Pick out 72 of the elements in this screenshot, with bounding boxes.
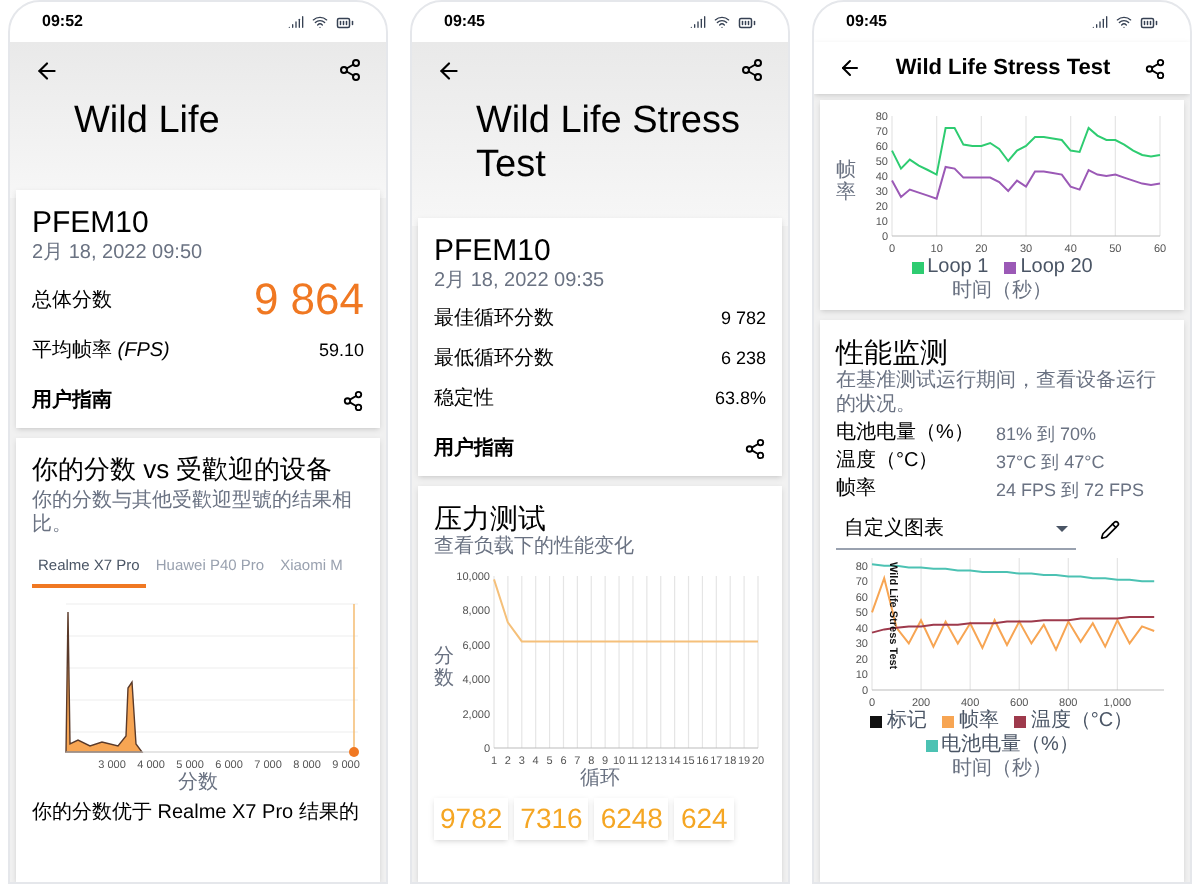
loop-score: 624 [674,798,734,840]
loop-score: 6248 [594,798,669,840]
legend-label: 温度（°C） [1030,710,1134,734]
wifi-icon [1116,13,1132,29]
comparison-text: 你的分数优于 Realme X7 Pro 结果的 [32,802,361,827]
axis-title: 时间（秒） [952,758,1052,780]
stat-label: 稳定性 [434,385,494,414]
signal-icon [1092,13,1108,29]
stat-label: 最佳循环分数 [434,306,554,334]
share-icon[interactable] [744,438,766,460]
status-time: 09:45 [846,10,887,34]
stat-label: 平均帧率 (FPS) [32,337,170,366]
section-subtitle: 在基准测试运行期间，查看设备运行的状况。 [836,370,1158,418]
test-date: 2月 18, 2022 09:50 [32,242,205,266]
test-date: 2月 18, 2022 09:35 [434,270,607,294]
back-icon[interactable] [34,58,60,84]
back-icon[interactable] [838,56,862,80]
status-time: 09:52 [42,10,83,34]
stat-value: 63.8% [714,385,766,412]
status-time: 09:45 [444,10,485,34]
battery-icon [336,13,354,31]
legend-label: 电池电量（%） [941,734,1079,757]
test-title: Wild Life [74,100,222,144]
signal-icon [690,13,706,29]
section-title: 性能监测 [836,336,950,369]
chart-dropdown[interactable]: 自定义图表 [836,510,1076,550]
stat-value: 81% 到 70% [996,422,1097,446]
test-title: Wild Life Stress Test [476,100,742,188]
signal-icon [288,13,304,29]
stat-value: 59.10 [318,337,364,364]
axis-title: 循环 [580,768,620,790]
axis-title: 分数 [178,772,218,795]
loop-score: 9782 [434,798,509,840]
app-bar-title: Wild Life Stress Test [895,53,1111,84]
histogram-area [65,611,144,754]
back-icon[interactable] [436,58,462,84]
legend-label: Loop 20 [1020,256,1093,279]
legend-label: Loop 1 [927,256,989,279]
user-guide-link[interactable]: 用户指南 [434,434,514,464]
device-name: PFEM10 [434,234,553,270]
section-title: 压力测试 [434,502,548,535]
user-guide-link[interactable]: 用户指南 [32,386,112,416]
stat-value: 6 238 [720,345,766,372]
stat-label: 最低循环分数 [434,346,554,374]
stat-value: 24 FPS 到 72 FPS [996,478,1145,502]
score-value: 9 864 [253,274,364,326]
stat-value: 9 782 [720,305,766,332]
share-icon[interactable] [1144,57,1166,79]
legend-label: 标记 [886,710,927,734]
stat-label: 温度（°C） [836,450,941,474]
stat-label: 帧率 [836,478,878,502]
wifi-icon [714,13,730,29]
caret-icon [1056,526,1068,532]
legend-label: 帧率 [958,710,999,733]
battery-icon [1140,13,1158,31]
stat-value: 37°C 到 47°C [996,450,1105,474]
axis-title: 时间（秒） [952,280,1052,302]
wifi-icon [312,13,328,29]
battery-icon [738,13,756,31]
section-subtitle: 你的分数与其他受歡迎型號的结果相比。 [32,490,354,538]
share-icon[interactable] [338,58,362,82]
axis-title: 帧率 [836,160,856,204]
score-label: 总体分数 [32,287,112,315]
edit-icon[interactable] [1100,520,1120,540]
axis-title: 分数 [434,646,454,690]
share-icon[interactable] [342,390,364,412]
share-icon[interactable] [740,58,764,82]
section-title: 你的分数 vs 受歡迎的设备 [32,454,335,486]
section-subtitle: 查看负载下的性能变化 [434,536,636,560]
loop-score: 7316 [514,798,589,840]
device-name: PFEM10 [32,206,151,242]
stat-label: 电池电量（%） [836,422,976,446]
